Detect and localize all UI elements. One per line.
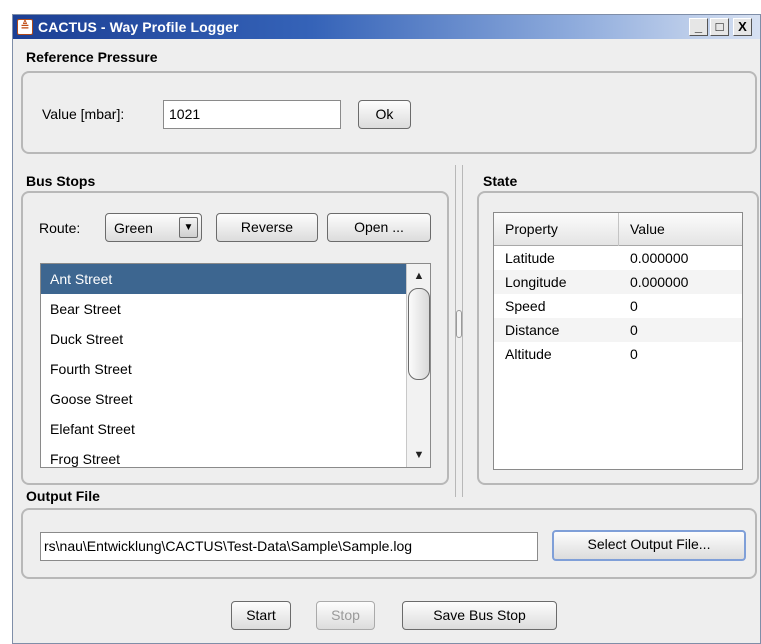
table-header: Property Value [494,213,742,246]
maximize-button[interactable]: □ [710,18,729,36]
java-app-icon: ≜ [17,19,33,35]
output-file-path-field[interactable]: rs\nau\Entwicklung\CACTUS\Test-Data\Samp… [40,532,538,561]
list-item[interactable]: Bear Street [41,294,406,324]
minimize-button[interactable]: _ [689,18,708,36]
cell-property: Altitude [505,346,552,362]
list-item[interactable]: Frog Street [41,444,406,467]
value-mbar-label: Value [mbar]: [42,106,125,122]
table-row[interactable]: Distance 0 [494,318,742,342]
reverse-button[interactable]: Reverse [216,213,318,242]
window-title: CACTUS - Way Profile Logger [38,19,239,35]
list-item[interactable]: Goose Street [41,384,406,414]
state-title: State [483,173,518,189]
cell-property: Distance [505,322,560,338]
route-label: Route: [39,220,81,236]
table-row[interactable]: Latitude 0.000000 [494,246,742,270]
reference-pressure-title: Reference Pressure [26,49,158,65]
close-button[interactable]: X [733,18,752,36]
column-header-property[interactable]: Property [494,213,619,246]
bus-stop-list[interactable]: Ant Street Bear Street Duck Street Fourt… [40,263,431,468]
save-bus-stop-button[interactable]: Save Bus Stop [402,601,557,630]
cell-value: 0 [630,346,638,362]
app-window: ≜ CACTUS - Way Profile Logger _ □ X Refe… [12,14,761,644]
ok-button[interactable]: Ok [358,100,411,129]
scroll-down-icon[interactable]: ▼ [409,445,429,465]
list-item[interactable]: Duck Street [41,324,406,354]
start-button[interactable]: Start [231,601,291,630]
route-dropdown[interactable]: Green ▼ [105,213,202,242]
stop-button: Stop [316,601,375,630]
chevron-down-icon[interactable]: ▼ [179,217,198,238]
table-row[interactable]: Speed 0 [494,294,742,318]
scroll-thumb[interactable] [408,288,430,380]
cell-property: Longitude [505,274,567,290]
output-file-title: Output File [26,488,100,504]
title-bar[interactable]: ≜ CACTUS - Way Profile Logger _ □ X [13,15,760,39]
bus-stops-title: Bus Stops [26,173,96,189]
cell-value: 0 [630,298,638,314]
list-item[interactable]: Ant Street [41,264,406,294]
cell-value: 0.000000 [630,274,689,290]
column-header-value[interactable]: Value [619,213,742,246]
list-scrollbar[interactable]: ▲ ▼ [406,264,430,467]
route-selected-value: Green [114,220,153,236]
divider-line [462,165,463,497]
table-row[interactable]: Longitude 0.000000 [494,270,742,294]
split-pane-divider[interactable] [453,165,465,497]
list-item[interactable]: Elefant Street [41,414,406,444]
cell-value: 0.000000 [630,250,689,266]
open-button[interactable]: Open ... [327,213,431,242]
cell-value: 0 [630,322,638,338]
cell-property: Latitude [505,250,555,266]
cell-property: Speed [505,298,546,314]
list-item[interactable]: Fourth Street [41,354,406,384]
state-table: Property Value Latitude 0.000000 Longitu… [493,212,743,470]
table-row[interactable]: Altitude 0 [494,342,742,366]
select-output-file-button[interactable]: Select Output File... [552,530,746,561]
reference-pressure-input[interactable]: 1021 [163,100,341,129]
divider-grip-handle[interactable] [456,310,462,338]
scroll-up-icon[interactable]: ▲ [409,266,429,286]
